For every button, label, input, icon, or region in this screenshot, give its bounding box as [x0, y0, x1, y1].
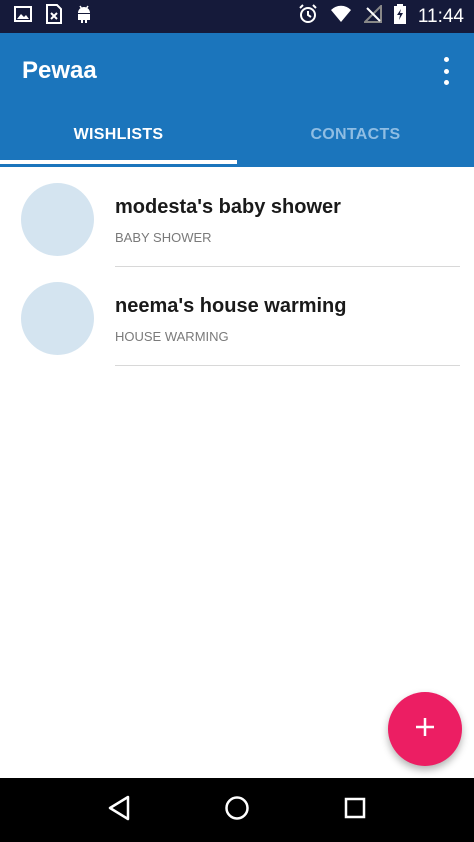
app-title: Pewaa: [22, 57, 97, 84]
battery-charging-icon: [393, 4, 406, 29]
wishlist-list: modesta's baby shower BABY SHOWER neema'…: [0, 167, 474, 366]
avatar: [21, 282, 94, 355]
add-wishlist-button[interactable]: [388, 692, 462, 766]
divider: [115, 365, 460, 366]
image-icon: [14, 6, 32, 27]
home-button[interactable]: [217, 790, 257, 830]
status-left-icons: [14, 4, 92, 29]
wishlist-category: BABY SHOWER: [115, 230, 212, 245]
tab-contacts[interactable]: CONTACTS: [237, 109, 474, 161]
status-right-icons: 11:44: [298, 3, 464, 29]
sim-card-icon: [46, 4, 62, 29]
home-icon: [224, 795, 250, 826]
status-time: 11:44: [417, 5, 464, 27]
back-button[interactable]: [99, 790, 139, 830]
tab-contacts-label: CONTACTS: [310, 126, 401, 143]
wishlist-category: HOUSE WARMING: [115, 329, 229, 344]
tab-wishlists[interactable]: WISHLISTS: [0, 109, 237, 164]
tab-bar: WISHLISTS CONTACTS: [0, 115, 474, 167]
list-item[interactable]: modesta's baby shower BABY SHOWER: [0, 167, 474, 267]
list-item[interactable]: neema's house warming HOUSE WARMING: [0, 266, 474, 366]
back-icon: [107, 795, 131, 826]
alarm-icon: [298, 4, 318, 29]
wishlist-title: modesta's baby shower: [115, 196, 341, 218]
recents-button[interactable]: [335, 790, 375, 830]
android-icon: [76, 4, 92, 29]
plus-icon: [414, 716, 436, 743]
status-bar: 11:44: [0, 0, 474, 33]
avatar: [21, 183, 94, 256]
wifi-icon: [330, 5, 352, 28]
navigation-bar: [0, 778, 474, 842]
wishlist-title: neema's house warming: [115, 295, 347, 317]
no-signal-icon: [362, 3, 382, 28]
tab-indicator: [0, 160, 237, 164]
app-bar: Pewaa WISHLISTS CONTACTS: [0, 33, 474, 167]
recents-icon: [343, 796, 367, 825]
tab-wishlists-label: WISHLISTS: [73, 126, 164, 143]
more-options-icon[interactable]: [434, 57, 458, 85]
